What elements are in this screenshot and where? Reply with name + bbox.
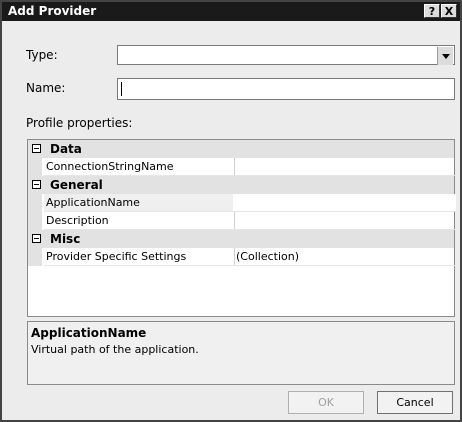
collapse-icon[interactable]: [32, 234, 41, 243]
category-misc[interactable]: Misc: [28, 230, 454, 248]
description-pane: ApplicationName Virtual path of the appl…: [27, 321, 455, 385]
category-general[interactable]: General: [28, 176, 454, 194]
ok-button[interactable]: OK: [288, 391, 364, 414]
help-button[interactable]: ?: [424, 4, 440, 18]
collapse-icon[interactable]: [32, 180, 41, 189]
title-bar[interactable]: Add Provider ? X: [2, 2, 460, 21]
property-name[interactable]: ConnectionStringName: [44, 158, 235, 176]
property-value[interactable]: [233, 212, 456, 230]
dialog-title: Add Provider: [8, 4, 97, 18]
property-name[interactable]: Description: [44, 212, 235, 230]
type-label: Type:: [26, 48, 58, 62]
name-field[interactable]: [117, 78, 455, 100]
add-provider-dialog: Add Provider ? X Type: Name: Profile pro…: [0, 0, 462, 422]
category-data[interactable]: Data: [28, 140, 454, 158]
category-label: General: [50, 178, 103, 192]
property-row[interactable]: Description: [28, 212, 456, 230]
property-grid[interactable]: Data ConnectionStringName General Applic…: [27, 139, 456, 317]
type-combobox[interactable]: [117, 45, 455, 65]
text-caret: [121, 82, 122, 96]
cancel-button[interactable]: Cancel: [377, 391, 453, 414]
property-value[interactable]: [233, 158, 456, 176]
chevron-down-icon[interactable]: [437, 47, 453, 65]
property-name[interactable]: Provider Specific Settings: [44, 248, 235, 266]
description-text: Virtual path of the application.: [31, 343, 199, 356]
property-value[interactable]: [233, 194, 456, 212]
category-label: Data: [50, 142, 82, 156]
property-row[interactable]: Provider Specific Settings (Collection): [28, 248, 456, 266]
close-button[interactable]: X: [441, 4, 457, 18]
property-value[interactable]: (Collection): [233, 248, 456, 266]
category-label: Misc: [50, 232, 81, 246]
collapse-icon[interactable]: [32, 144, 41, 153]
name-label: Name:: [26, 81, 66, 95]
profile-properties-label: Profile properties:: [26, 116, 133, 130]
property-name[interactable]: ApplicationName: [44, 194, 235, 212]
property-row[interactable]: ConnectionStringName: [28, 158, 456, 176]
description-title: ApplicationName: [31, 326, 147, 340]
property-row-selected[interactable]: ApplicationName: [28, 194, 456, 212]
